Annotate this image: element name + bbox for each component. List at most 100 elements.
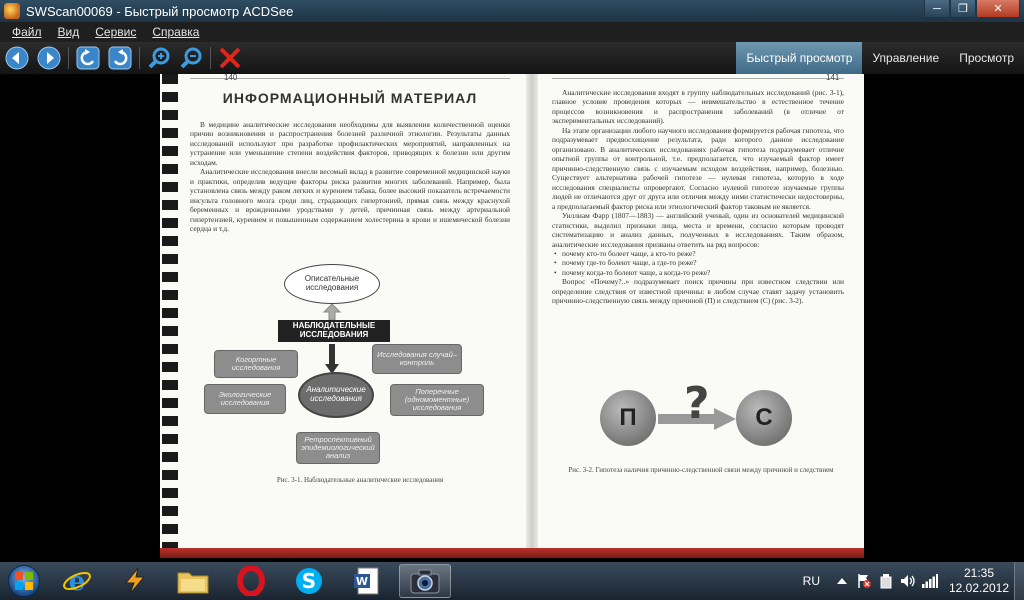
cause-circle: П bbox=[600, 390, 656, 446]
menu-tools[interactable]: Сервис bbox=[87, 25, 144, 39]
rotate-right-button[interactable] bbox=[107, 45, 133, 71]
right-figure-caption: Рис. 3-2. Гипотеза наличия причинно-след… bbox=[568, 466, 834, 474]
cross-sectional-node: Поперечные (одномоментные) исследования bbox=[390, 384, 484, 416]
right-paragraph: Вопрос «Почему?..» подразумевает поиск п… bbox=[552, 277, 844, 306]
taskbar-internet-explorer[interactable]: e bbox=[51, 564, 103, 598]
taskbar-file-explorer[interactable] bbox=[167, 564, 219, 598]
toolbar-separator bbox=[68, 47, 69, 69]
next-button[interactable] bbox=[36, 45, 62, 71]
left-page: ИНФОРМАЦИОННЫЙ МАТЕРИАЛ В медицине анали… bbox=[190, 80, 510, 234]
device-tray-button[interactable] bbox=[878, 573, 894, 589]
bullet-item: почему когда-то болеют чаще, а когда-то … bbox=[552, 268, 844, 278]
arrow-left-icon bbox=[5, 46, 29, 70]
internet-explorer-icon: e bbox=[63, 567, 91, 596]
left-page-heading: ИНФОРМАЦИОННЫЙ МАТЕРИАЛ bbox=[222, 90, 478, 106]
windows-taskbar: e S W RU 21:35 12.02.2012 bbox=[0, 562, 1024, 600]
page-header-rule bbox=[190, 78, 510, 79]
rotate-left-icon bbox=[76, 46, 100, 70]
close-button[interactable]: ✕ bbox=[976, 0, 1020, 18]
observational-studies-diagram: Описательные исследования НАБЛЮДАТЕЛЬНЫЕ… bbox=[204, 264, 504, 474]
observational-bar: НАБЛЮДАТЕЛЬНЫЕ ИССЛЕДОВАНИЯ bbox=[278, 320, 390, 342]
tab-quick-view[interactable]: Быстрый просмотр bbox=[736, 42, 863, 74]
word-document-icon: W bbox=[354, 567, 379, 595]
zoom-in-button[interactable] bbox=[146, 45, 172, 71]
delete-x-icon bbox=[219, 47, 241, 69]
minimize-button[interactable]: ─ bbox=[924, 0, 950, 18]
svg-text:e: e bbox=[69, 567, 86, 596]
taskbar-winamp[interactable] bbox=[109, 564, 161, 598]
svg-text:W: W bbox=[356, 575, 368, 588]
maximize-button[interactable]: ❐ bbox=[950, 0, 976, 18]
left-figure-caption: Рис. 3-1. Наблюдательные аналитические и… bbox=[276, 476, 444, 484]
right-page: Аналитические исследования входят в груп… bbox=[552, 80, 844, 306]
cause-effect-figure: П ? С bbox=[600, 378, 800, 454]
show-hidden-icons-button[interactable] bbox=[834, 573, 850, 589]
zoom-out-button[interactable] bbox=[178, 45, 204, 71]
clock-date: 12.02.2012 bbox=[948, 581, 1010, 595]
toolbar-separator bbox=[139, 47, 140, 69]
left-paragraph: В медицине аналитические исследования не… bbox=[190, 120, 510, 167]
delete-button[interactable] bbox=[217, 45, 243, 71]
language-indicator[interactable]: RU bbox=[803, 574, 820, 588]
window-title: SWScan00069 - Быстрый просмотр ACDSee bbox=[26, 3, 294, 19]
scanned-page-image: 140 141 ИНФОРМАЦИОННЫЙ МАТЕРИАЛ В медици… bbox=[160, 74, 864, 558]
winamp-bolt-icon bbox=[124, 567, 146, 595]
windows-logo-icon bbox=[8, 565, 40, 597]
zoom-in-icon bbox=[148, 47, 170, 69]
start-button[interactable] bbox=[0, 562, 48, 600]
menu-file[interactable]: Файл bbox=[4, 25, 50, 39]
right-paragraph: Уиллиам Фарр (1807—1883) — английский уч… bbox=[552, 211, 844, 249]
rotate-right-icon bbox=[108, 46, 132, 70]
chevron-up-icon bbox=[837, 578, 847, 584]
opera-icon bbox=[237, 566, 265, 596]
case-control-node: Исследования случай–контроль bbox=[372, 344, 462, 374]
taskbar-acdsee[interactable] bbox=[399, 564, 451, 598]
right-paragraph: На этапе организации любого научного исс… bbox=[552, 125, 844, 211]
left-paragraph: Аналитические исследования внесли весомы… bbox=[190, 167, 510, 234]
title-bar: SWScan00069 - Быстрый просмотр ACDSee ─ … bbox=[0, 0, 1024, 22]
question-mark: ? bbox=[684, 378, 710, 429]
acdsee-app-icon bbox=[4, 3, 20, 19]
acdsee-window: SWScan00069 - Быстрый просмотр ACDSee ─ … bbox=[0, 0, 1024, 600]
image-viewer[interactable]: 140 141 ИНФОРМАЦИОННЫЙ МАТЕРИАЛ В медици… bbox=[0, 74, 1024, 562]
show-desktop-button[interactable] bbox=[1014, 562, 1024, 600]
ecological-node: Экологические исследования bbox=[204, 384, 286, 414]
taskbar-opera[interactable] bbox=[225, 564, 277, 598]
window-controls: ─ ❐ ✕ bbox=[924, 0, 1020, 18]
scan-edge-band bbox=[160, 548, 864, 558]
zoom-out-icon bbox=[180, 47, 202, 69]
menu-bar: Файл Вид Сервис Справка bbox=[0, 22, 1024, 42]
rotate-left-button[interactable] bbox=[75, 45, 101, 71]
volume-button[interactable] bbox=[900, 573, 916, 589]
menu-view[interactable]: Вид bbox=[50, 25, 88, 39]
book-spine bbox=[526, 74, 538, 558]
previous-button[interactable] bbox=[4, 45, 30, 71]
analytical-node: Аналитические исследования bbox=[298, 372, 374, 418]
arrow-up-icon bbox=[322, 304, 342, 320]
svg-text:S: S bbox=[302, 569, 316, 593]
cohort-node: Когортные исследования bbox=[214, 350, 298, 378]
toolbar-separator bbox=[210, 47, 211, 69]
bullet-item: почему где-то болеют чаще, а где-то реже… bbox=[552, 258, 844, 268]
camera-icon bbox=[410, 569, 440, 594]
page-binding bbox=[162, 74, 178, 558]
arrow-down-icon bbox=[325, 344, 339, 374]
effect-circle: С bbox=[736, 390, 792, 446]
action-center-flag-icon bbox=[858, 574, 871, 588]
clock-time: 21:35 bbox=[963, 566, 995, 580]
menu-help[interactable]: Справка bbox=[144, 25, 207, 39]
clock[interactable]: 21:35 12.02.2012 bbox=[944, 566, 1014, 596]
bullet-item: почему кто-то болеет чаще, а кто-то реже… bbox=[552, 249, 844, 259]
tab-manage[interactable]: Управление bbox=[862, 42, 949, 74]
network-button[interactable] bbox=[922, 573, 938, 589]
right-paragraph: Аналитические исследования входят в груп… bbox=[552, 88, 844, 126]
taskbar-word[interactable]: W bbox=[341, 564, 393, 598]
taskbar-skype[interactable]: S bbox=[283, 564, 335, 598]
speaker-icon bbox=[901, 575, 915, 587]
folder-icon bbox=[177, 572, 209, 594]
page-header-rule bbox=[552, 78, 844, 79]
action-center-button[interactable] bbox=[856, 573, 872, 589]
arrow-right-icon bbox=[37, 46, 61, 70]
skype-icon: S bbox=[296, 568, 322, 594]
tab-view[interactable]: Просмотр bbox=[949, 42, 1024, 74]
